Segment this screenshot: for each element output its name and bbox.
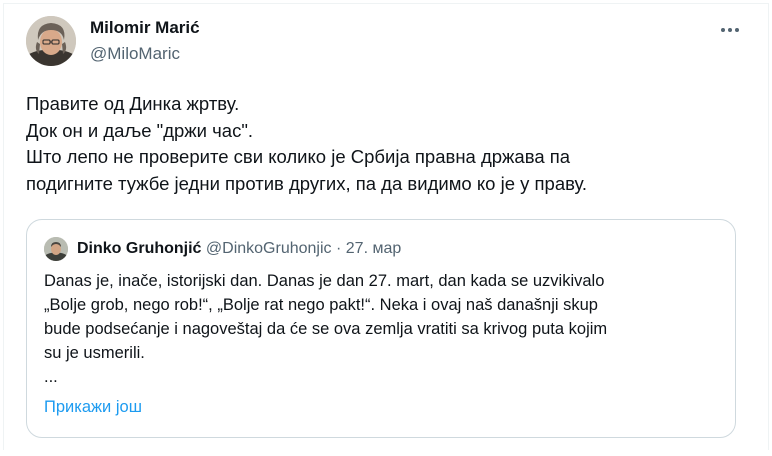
quoted-text: Danas je, inače, istorijski dan. Danas j… (44, 269, 724, 389)
tweet-text-line: Док он и даље "држи час". (26, 119, 254, 141)
quoted-text-line: ... (44, 368, 58, 386)
quoted-text-line: Danas je, inače, istorijski dan. Danas j… (44, 272, 605, 290)
quoted-text-line: „Bolje grob, nego rob!“, „Bolje rat nego… (44, 296, 598, 314)
quoted-tweet[interactable]: Dinko Gruhonjić @DinkoGruhonjic · 27. ма… (26, 219, 736, 438)
tweet-text-line: Правите од Динка жртву. (26, 93, 240, 114)
author-avatar[interactable] (26, 16, 76, 66)
quoted-header: Dinko Gruhonjić @DinkoGruhonjic · 27. ма… (77, 240, 401, 258)
quoted-text-line: bude podsećanje i nagoveštaj da će se ov… (44, 320, 608, 338)
author-name[interactable]: Milomir Marić (90, 18, 200, 38)
tweet: Milomir Marić @MiloMaric Правите од Динк… (3, 3, 769, 450)
quoted-author-avatar (44, 237, 68, 261)
quoted-date: 27. мар (345, 240, 402, 257)
separator-dot: · (335, 240, 342, 257)
quoted-author-name: Dinko Gruhonjić (77, 240, 202, 257)
tweet-text: Правите од Динка жртву. Док он и даље "д… (26, 91, 746, 197)
more-options-button[interactable] (718, 18, 742, 42)
quoted-text-line: su je usmerili. (44, 344, 145, 362)
author-handle[interactable]: @MiloMaric (90, 44, 180, 64)
tweet-text-line: подигните тужбе једни против других, па … (26, 172, 588, 194)
quoted-author-handle: @DinkoGruhonjic (205, 240, 332, 257)
more-horizontal-icon (721, 28, 739, 32)
show-more-link[interactable]: Прикажи још (44, 398, 142, 417)
tweet-text-line: Што лепо не проверите сви колико је Срби… (26, 146, 571, 167)
